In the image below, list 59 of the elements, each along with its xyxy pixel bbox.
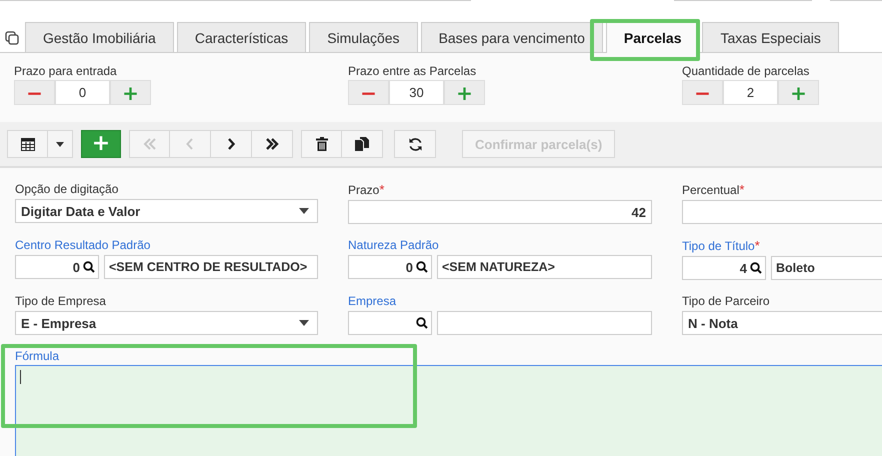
- caret-icon[interactable]: [299, 208, 309, 214]
- field-label: Centro Resultado Padrão: [15, 238, 152, 252]
- caret-icon[interactable]: [299, 320, 309, 326]
- code-field[interactable]: 0: [348, 255, 432, 279]
- documents-icon: [355, 137, 369, 151]
- text-field[interactable]: 42: [348, 200, 652, 224]
- text-field[interactable]: N - Nota: [682, 311, 882, 335]
- decrement-button[interactable]: −: [14, 80, 55, 105]
- field-label: Tipo de Título*: [682, 238, 761, 253]
- decrement-button[interactable]: −: [682, 80, 723, 105]
- field-label: Tipo de Parceiro: [682, 294, 771, 308]
- chevron-left-icon: [186, 138, 194, 150]
- grid-view-button[interactable]: [7, 130, 48, 158]
- code-field[interactable]: [348, 311, 432, 335]
- description-field: <SEM CENTRO DE RESULTADO>: [104, 255, 318, 279]
- number-field[interactable]: 30: [389, 80, 444, 105]
- field-label: Fórmula: [15, 349, 60, 363]
- field-label: Prazo*: [348, 182, 386, 197]
- field-label: Percentual*: [682, 182, 746, 197]
- last-button[interactable]: [252, 130, 293, 158]
- number-field[interactable]: 2: [723, 80, 778, 105]
- description-field: <SEM NATUREZA>: [437, 255, 652, 279]
- tab[interactable]: Características: [176, 22, 306, 52]
- caret-icon: [56, 142, 64, 146]
- tab[interactable]: Taxas Especiais: [702, 22, 839, 52]
- copy-icon[interactable]: [5, 31, 19, 45]
- field-label: Empresa: [348, 294, 398, 308]
- field-label: Natureza Padrão: [348, 238, 440, 252]
- search-icon[interactable]: [750, 262, 762, 274]
- dropdown-button[interactable]: [48, 130, 73, 158]
- field-label: Opção de digitação: [15, 182, 120, 196]
- search-icon[interactable]: [416, 261, 428, 273]
- delete-button[interactable]: [301, 130, 342, 158]
- trash-icon: [316, 137, 328, 151]
- tab[interactable]: Simulações: [309, 22, 418, 52]
- refresh-icon: [408, 136, 422, 152]
- text-field[interactable]: [682, 200, 882, 224]
- refresh-button[interactable]: [394, 130, 436, 158]
- select-field[interactable]: E - Empresa: [15, 311, 318, 335]
- code-field[interactable]: 0: [15, 255, 99, 279]
- double-chevron-left-icon: [142, 138, 156, 150]
- field-label: Prazo entre as Parcelas: [348, 64, 478, 78]
- chevron-right-icon: [227, 138, 235, 150]
- search-icon[interactable]: [416, 317, 428, 329]
- field-label: Tipo de Empresa: [15, 294, 107, 308]
- duplicate-button[interactable]: [342, 130, 383, 158]
- field-label: Quantidade de parcelas: [682, 64, 810, 78]
- select-field[interactable]: Digitar Data e Valor: [15, 199, 318, 223]
- double-chevron-right-icon: [265, 138, 279, 150]
- next-button[interactable]: [211, 130, 252, 158]
- number-field[interactable]: 0: [55, 80, 110, 105]
- description-field: Boleto: [771, 256, 882, 280]
- code-field[interactable]: 4: [682, 256, 766, 280]
- field-label: Prazo para entrada: [14, 64, 118, 78]
- decrement-button[interactable]: −: [348, 80, 389, 105]
- tab[interactable]: Bases para vencimento: [420, 22, 603, 52]
- tab[interactable]: Gestão Imobiliária: [25, 22, 174, 52]
- search-icon[interactable]: [83, 261, 95, 273]
- table-icon: [20, 138, 34, 150]
